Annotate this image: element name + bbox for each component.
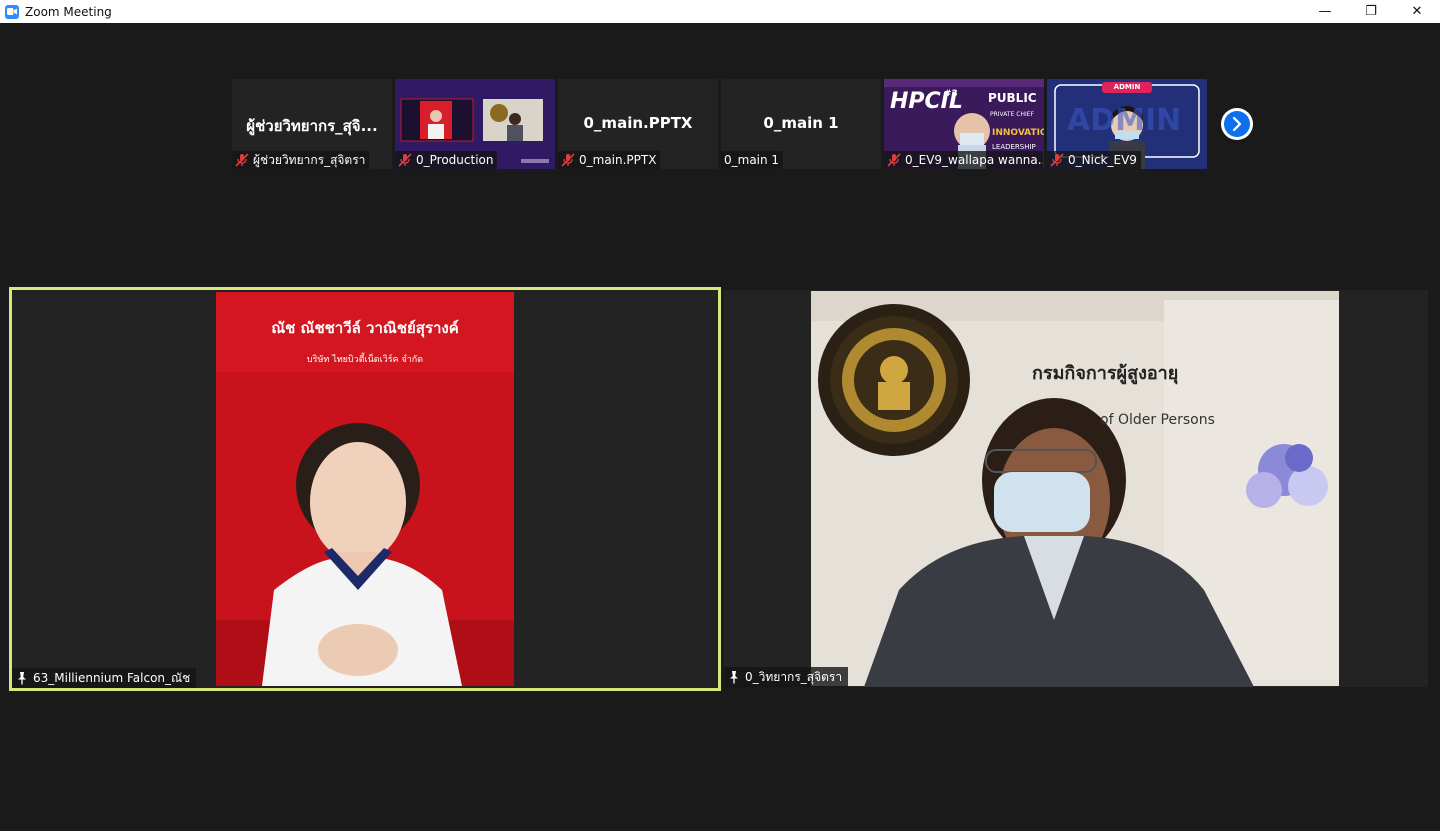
participant-name: 0_EV9_wallapa wanna... bbox=[905, 153, 1043, 167]
active-speaker-video[interactable]: ณัช ณัชชาวีล์ วาณิชย์สุรางค์ บริษัท ไทยบ… bbox=[9, 287, 721, 691]
muted-mic-icon bbox=[1050, 153, 1064, 167]
participant-name: 0_Nick_EV9 bbox=[1068, 153, 1137, 167]
muted-mic-icon bbox=[235, 153, 249, 167]
banner-word: PRIVATE CHIEF bbox=[990, 111, 1034, 118]
admin-banner: ADMIN bbox=[1102, 82, 1152, 93]
participant-label: 0_Production bbox=[395, 151, 498, 169]
muted-mic-icon bbox=[561, 153, 575, 167]
participant-name-display: 0_main.PPTX bbox=[583, 114, 693, 132]
participant-label: 0_Nick_EV9 bbox=[1047, 151, 1141, 169]
pin-icon bbox=[730, 671, 738, 684]
participant-name-display: 0_main 1 bbox=[763, 114, 839, 132]
participant-thumbnail[interactable]: 0_Production bbox=[395, 79, 555, 169]
pin-icon bbox=[18, 672, 26, 685]
muted-mic-icon bbox=[887, 153, 901, 167]
title-bar: Zoom Meeting — ❐ ✕ bbox=[0, 0, 1440, 23]
participant-thumbnail[interactable]: ADMIN ADMIN 0_Nick_EV9 bbox=[1047, 79, 1207, 169]
participant-name: 0_Production bbox=[416, 153, 494, 167]
background-sign-text: กรมกิจการผู้สูงอายุ bbox=[1032, 363, 1179, 384]
speaker-video-feed bbox=[12, 290, 718, 688]
restore-button[interactable]: ❐ bbox=[1348, 0, 1394, 23]
banner-word: INNOVATION bbox=[992, 128, 1044, 138]
background-sign-text-en: of Older Persons bbox=[1100, 412, 1215, 428]
event-logo-badge: #3 bbox=[944, 89, 958, 99]
participant-label: 0_main 1 bbox=[721, 151, 784, 169]
participant-label: 0_EV9_wallapa wanna... bbox=[884, 151, 1043, 169]
participant-name-display: ผู้ช่วยวิทยากร_สุจิ... bbox=[246, 117, 378, 135]
participant-thumbnail[interactable]: 0_main.PPTX 0_main.PPTX bbox=[558, 79, 718, 169]
minimize-button[interactable]: — bbox=[1302, 0, 1348, 23]
participant-label: ผู้ช่วยวิทยากร_สุจิตรา bbox=[232, 151, 370, 169]
banner-word: PUBLIC bbox=[988, 91, 1037, 105]
window-title: Zoom Meeting bbox=[25, 4, 112, 19]
chevron-right-icon bbox=[1232, 117, 1242, 131]
participant-label: 63_Milliennium Falcon_ณัช bbox=[12, 668, 197, 688]
muted-mic-icon bbox=[398, 153, 412, 167]
participant-name: 0_วิทยากร_สุจิตรา bbox=[745, 669, 843, 684]
participant-video-feed bbox=[724, 290, 1428, 687]
banner-word: LEADERSHIP bbox=[992, 143, 1036, 151]
next-page-button[interactable] bbox=[1221, 108, 1253, 140]
zoom-app-icon bbox=[5, 4, 19, 19]
participant-name: 0_main.PPTX bbox=[579, 153, 657, 167]
participant-label: 0_main.PPTX bbox=[558, 151, 661, 169]
admin-watermark: ADMIN bbox=[1067, 103, 1182, 138]
participant-name: ผู้ช่วยวิทยากร_สุจิตรา bbox=[253, 152, 366, 167]
participant-video[interactable]: กรมกิจการผู้สูงอายุ of Older Persons 0_ว… bbox=[724, 290, 1428, 687]
participant-name: 63_Milliennium Falcon_ณัช bbox=[33, 670, 191, 685]
participant-label: 0_วิทยากร_สุจิตรา bbox=[724, 667, 849, 687]
participant-thumbnail[interactable]: ผู้ช่วยวิทยากร_สุจิ... ผู้ช่วยวิทยากร_สุ… bbox=[232, 79, 392, 169]
participant-thumbnail[interactable]: HPCIL #3 PUBLIC PRIVATE CHIEF INNOVATION… bbox=[884, 79, 1044, 169]
close-button[interactable]: ✕ bbox=[1394, 0, 1440, 23]
speaker-company-caption: บริษัท ไทยบิวตี้เน็ตเวิร์ค จำกัด bbox=[306, 355, 424, 365]
speaker-name-caption: ณัช ณัชชาวีล์ วาณิชย์สุรางค์ bbox=[271, 319, 459, 337]
participant-thumbnail[interactable]: 0_main 1 0_main 1 bbox=[721, 79, 881, 169]
participant-name: 0_main 1 bbox=[724, 153, 780, 167]
